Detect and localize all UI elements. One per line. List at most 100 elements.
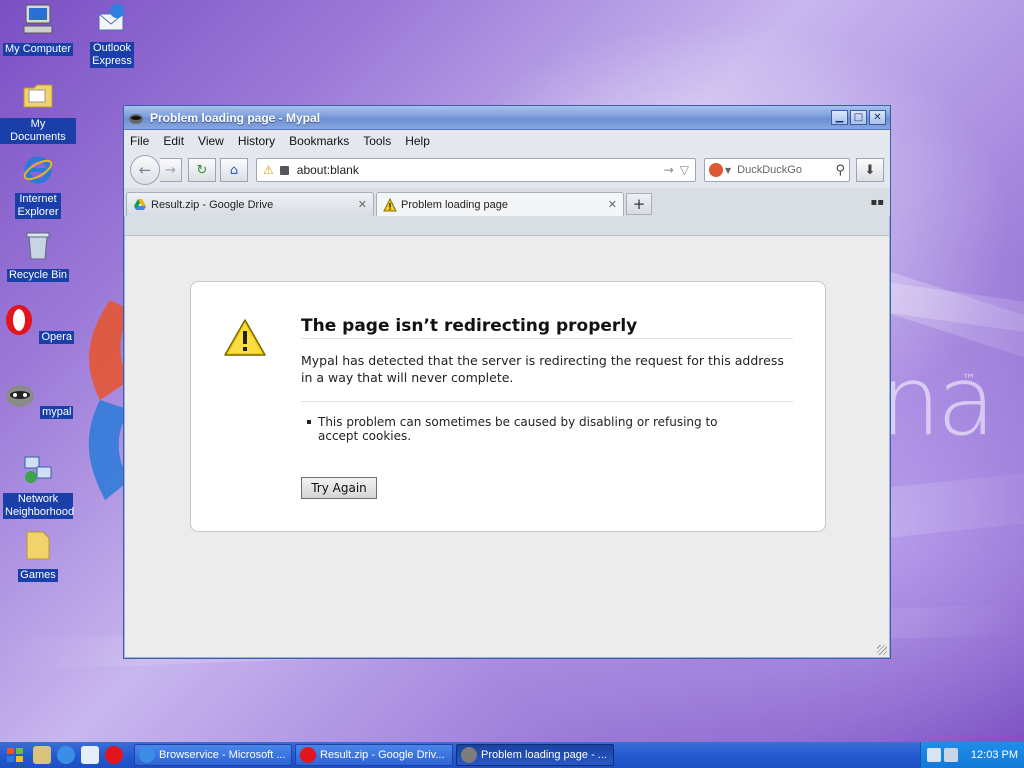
page-content: The page isn’t redirecting properly Mypa… [125, 235, 889, 657]
desktop-icon-my-documents[interactable]: My Documents [0, 78, 76, 144]
navigation-toolbar: ← → ↻ ⌂ ⚠ about:blank → ▽ ▼ DuckDuckGo ⚲… [124, 152, 890, 188]
windows-logo-icon [7, 748, 23, 762]
internet-explorer-icon [23, 156, 53, 184]
forward-button[interactable]: → [160, 158, 182, 182]
recycle-bin-icon [26, 232, 50, 260]
desktop-icon-label: Network Neighborhood [3, 493, 75, 519]
warning-icon [224, 319, 266, 356]
clock[interactable]: 12:03 PM [961, 749, 1018, 761]
tab-close-icon[interactable]: ✕ [358, 198, 367, 211]
downloads-button[interactable]: ⬇ [856, 158, 884, 182]
search-box[interactable]: ▼ DuckDuckGo ⚲ [704, 158, 850, 182]
desktop-icon-recycle-bin[interactable]: Recycle Bin [0, 228, 76, 282]
window-titlebar[interactable]: Problem loading page - Mypal ▁ □ ✕ [124, 106, 890, 130]
wallpaper-trademark: ™ [962, 372, 976, 388]
divider [301, 401, 793, 402]
url-bar[interactable]: ⚠ about:blank → ▽ [256, 158, 696, 182]
search-icon[interactable]: ⚲ [835, 163, 845, 178]
menu-help[interactable]: Help [405, 134, 430, 148]
menu-file[interactable]: File [130, 134, 149, 148]
duckduckgo-icon[interactable] [709, 163, 723, 177]
desktop-icon-label: Internet Explorer [15, 193, 61, 219]
computer-icon [23, 4, 53, 34]
desktop-icon-label: Games [18, 569, 58, 582]
new-tab-button[interactable]: + [626, 193, 652, 215]
folder-icon [23, 84, 53, 108]
url-dropdown-icon[interactable]: ▽ [680, 163, 689, 177]
tab-label: Result.zip - Google Drive [151, 198, 274, 211]
menu-history[interactable]: History [238, 134, 275, 148]
desktop-icon-label: Recycle Bin [6, 269, 70, 282]
games-folder-icon [26, 531, 50, 560]
desktop-icon-label: Outlook Express [90, 42, 134, 68]
taskbar: Browservice - Microsoft ... Result.zip -… [0, 742, 1024, 768]
desktop-icon-label: My Computer [2, 43, 74, 56]
outlook-express-icon [98, 4, 124, 31]
opera-icon [300, 747, 316, 763]
quicklaunch-internet-explorer-icon[interactable] [57, 746, 75, 764]
taskbar-button-browservice[interactable]: Browservice - Microsoft ... [134, 744, 292, 766]
mypal-icon [5, 385, 34, 407]
system-tray: 12:03 PM [920, 742, 1024, 768]
tab-label: Problem loading page [401, 198, 509, 211]
network-status-icon[interactable] [927, 748, 941, 762]
back-arrow-icon: ← [138, 161, 152, 179]
quicklaunch-desktop-icon[interactable] [33, 746, 51, 764]
desktop-icon-mypal[interactable]: mypal [0, 378, 76, 419]
browser-window[interactable]: Problem loading page - Mypal ▁ □ ✕ File … [123, 105, 891, 659]
search-engine-dropdown-icon[interactable]: ▼ [725, 166, 731, 175]
desktop-icon-label: My Documents [0, 118, 76, 144]
plus-icon: + [632, 195, 646, 213]
reload-icon: ↻ [196, 162, 208, 178]
tab-problem-loading[interactable]: Problem loading page ✕ [376, 192, 624, 216]
tab-list-icon[interactable]: ▪▪ [870, 197, 884, 208]
menu-bookmarks[interactable]: Bookmarks [289, 134, 349, 148]
taskbar-button-mypal[interactable]: Problem loading page - ... [456, 744, 614, 766]
menu-edit[interactable]: Edit [163, 134, 184, 148]
menu-tools[interactable]: Tools [363, 134, 391, 148]
tab-google-drive[interactable]: Result.zip - Google Drive ✕ [126, 192, 374, 216]
desktop-icon-my-computer[interactable]: My Computer [0, 2, 76, 56]
desktop-icon-internet-explorer[interactable]: Internet Explorer [0, 153, 76, 219]
quicklaunch-outlook-express-icon[interactable] [81, 746, 99, 764]
quicklaunch-opera-icon[interactable] [105, 746, 123, 764]
warning-icon [383, 197, 397, 211]
maximize-button[interactable]: □ [850, 110, 867, 125]
volume-icon[interactable] [944, 748, 958, 762]
desktop-icon-games[interactable]: Games [0, 528, 76, 582]
desktop-icon-outlook-express[interactable]: Outlook Express [74, 2, 150, 68]
network-icon [24, 456, 52, 483]
desktop-icon-label: Opera [39, 331, 75, 344]
minimize-button[interactable]: ▁ [831, 110, 848, 125]
taskbar-button-label: Problem loading page - ... [481, 749, 607, 761]
google-drive-icon [134, 198, 146, 210]
warning-icon: ⚠ [263, 163, 274, 177]
try-again-button[interactable]: Try Again [301, 477, 377, 499]
desktop-icon-network-neighborhood[interactable]: Network Neighborhood [0, 453, 76, 519]
go-arrow-icon[interactable]: → [664, 163, 674, 177]
close-button[interactable]: ✕ [869, 110, 886, 125]
tab-close-icon[interactable]: ✕ [608, 198, 617, 211]
menu-view[interactable]: View [198, 134, 224, 148]
reload-button[interactable]: ↻ [188, 158, 216, 182]
taskbar-button-label: Browservice - Microsoft ... [159, 749, 286, 761]
download-arrow-icon: ⬇ [864, 162, 876, 178]
wallpaper-vista-text: na [880, 345, 996, 457]
mypal-icon [461, 747, 477, 763]
desktop-icon-opera[interactable]: Opera [0, 303, 76, 344]
forward-arrow-icon: → [165, 162, 176, 178]
taskbar-button-google-drive[interactable]: Result.zip - Google Driv... [295, 744, 453, 766]
error-panel: The page isn’t redirecting properly Mypa… [190, 281, 826, 532]
menu-bar: File Edit View History Bookmarks Tools H… [124, 130, 890, 152]
suggestion-item: This problem can sometimes be caused by … [307, 415, 738, 443]
lock-icon [279, 165, 289, 175]
desktop-icon-label: mypal [40, 406, 74, 419]
url-text: about:blank [296, 163, 359, 177]
mypal-icon [129, 113, 143, 124]
home-button[interactable]: ⌂ [220, 158, 248, 182]
start-button[interactable] [0, 742, 30, 768]
back-button[interactable]: ← [130, 155, 160, 185]
window-title: Problem loading page - Mypal [150, 110, 321, 125]
resize-grip-icon[interactable] [877, 645, 887, 655]
home-icon: ⌂ [229, 162, 239, 178]
